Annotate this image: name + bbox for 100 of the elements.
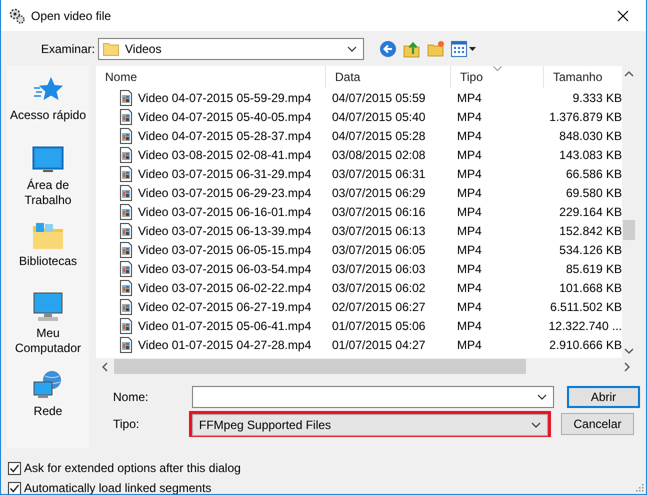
file-date: 01/07/2015 05:06 — [332, 318, 426, 332]
file-name[interactable]: Video 03-08-2015 02-08-41.mp4 — [138, 148, 312, 162]
computer-icon — [32, 292, 64, 322]
column-header[interactable]: Tipo — [460, 70, 483, 84]
file-date: 03/07/2015 06:05 — [332, 242, 426, 256]
close-icon[interactable] — [617, 10, 629, 22]
file-type: MP4 — [457, 110, 482, 124]
file-name[interactable]: Video 03-07-2015 06-13-39.mp4 — [138, 224, 312, 238]
file-name[interactable]: Video 03-07-2015 06-03-54.mp4 — [138, 262, 312, 276]
place-item[interactable]: Rede — [7, 370, 89, 426]
file-type: MP4 — [457, 166, 482, 180]
video-file-icon — [119, 146, 133, 162]
view-menu-icon[interactable] — [451, 41, 477, 57]
place-item[interactable]: Acesso rápido — [7, 76, 89, 132]
file-name[interactable]: Video 03-07-2015 06-31-29.mp4 — [138, 166, 312, 180]
file-name[interactable]: Video 03-07-2015 06-05-15.mp4 — [138, 242, 312, 256]
file-size: 66.586 KB — [566, 166, 622, 180]
look-in-dropdown[interactable]: Videos — [98, 38, 364, 60]
video-file-icon — [119, 90, 133, 106]
video-file-icon — [119, 184, 133, 200]
file-name-field[interactable] — [192, 386, 554, 408]
file-date: 01/07/2015 04:27 — [332, 338, 426, 352]
video-file-icon — [119, 336, 133, 352]
file-size: 2.910.666 KB — [549, 338, 622, 352]
option-label[interactable]: Ask for extended options after this dialog — [24, 461, 241, 475]
scrollbar-thumb[interactable] — [623, 220, 635, 240]
file-date: 03/07/2015 06:16 — [332, 204, 426, 218]
file-size: 101.668 KB — [559, 280, 622, 294]
video-file-icon — [119, 318, 133, 334]
column-header[interactable]: Data — [335, 70, 360, 84]
file-name[interactable]: Video 04-07-2015 05-40-05.mp4 — [138, 110, 312, 124]
file-name[interactable]: Video 04-07-2015 05-28-37.mp4 — [138, 128, 312, 142]
file-type-dropdown[interactable]: FFMpeg Supported Files — [192, 414, 548, 436]
cancel-button[interactable]: Cancelar — [561, 413, 634, 435]
dropdown-caret-icon[interactable] — [347, 46, 357, 52]
new-folder-icon[interactable] — [427, 40, 445, 58]
library-icon — [32, 222, 64, 250]
file-name[interactable]: Video 03-07-2015 06-29-23.mp4 — [138, 186, 312, 200]
video-file-icon — [119, 298, 133, 314]
file-size: 229.164 KB — [559, 204, 622, 218]
file-size: 152.842 KB — [559, 224, 622, 238]
scroll-right-icon[interactable] — [624, 362, 630, 372]
file-type: MP4 — [457, 300, 482, 314]
network-icon — [32, 370, 64, 400]
file-name[interactable]: Video 04-07-2015 05-59-29.mp4 — [138, 90, 312, 104]
file-type: MP4 — [457, 148, 482, 162]
place-item[interactable]: Meu Computador — [7, 292, 89, 356]
file-type: MP4 — [457, 280, 482, 294]
file-name[interactable]: Video 03-07-2015 06-02-22.mp4 — [138, 280, 312, 294]
scroll-up-icon[interactable] — [624, 71, 634, 77]
video-file-icon — [119, 204, 133, 220]
file-size: 848.030 KB — [559, 128, 622, 142]
type-label: Tipo: — [112, 417, 140, 431]
folder-icon — [103, 42, 119, 56]
file-type: MP4 — [457, 338, 482, 352]
file-date: 03/07/2015 06:03 — [332, 262, 426, 276]
dropdown-caret-icon[interactable] — [537, 394, 547, 400]
sort-caret-icon — [493, 66, 502, 71]
file-name[interactable]: Video 03-07-2015 06-16-01.mp4 — [138, 204, 312, 218]
file-size: 143.083 KB — [559, 148, 622, 162]
checkbox[interactable] — [8, 462, 21, 474]
file-name[interactable]: Video 01-07-2015 05-06-41.mp4 — [138, 318, 312, 332]
file-type: MP4 — [457, 128, 482, 142]
file-name[interactable]: Video 02-07-2015 06-27-19.mp4 — [138, 300, 312, 314]
back-icon[interactable] — [379, 40, 397, 58]
file-type: MP4 — [457, 242, 482, 256]
file-date: 03/07/2015 06:02 — [332, 280, 426, 294]
file-date: 03/07/2015 06:13 — [332, 224, 426, 238]
scrollbar-thumb[interactable] — [114, 359, 526, 374]
video-file-icon — [119, 260, 133, 276]
place-item[interactable]: Bibliotecas — [7, 222, 89, 278]
scroll-left-icon[interactable] — [102, 362, 108, 372]
file-date: 04/07/2015 05:28 — [332, 128, 426, 142]
video-file-icon — [119, 166, 133, 182]
video-file-icon — [119, 222, 133, 238]
file-size: 69.580 KB — [566, 186, 622, 200]
dropdown-caret-icon[interactable] — [531, 422, 541, 428]
file-date: 03/08/2015 02:08 — [332, 148, 426, 162]
file-type: MP4 — [457, 318, 482, 332]
file-date: 03/07/2015 06:31 — [332, 166, 426, 180]
window-title: Open video file — [31, 8, 112, 22]
desktop-icon — [32, 146, 64, 174]
column-header[interactable]: Nome — [105, 70, 138, 84]
video-file-icon — [119, 242, 133, 258]
file-size: 85.619 KB — [566, 262, 622, 276]
open-button[interactable]: Abrir — [567, 386, 640, 408]
file-name[interactable]: Video 01-07-2015 04-27-28.mp4 — [138, 338, 312, 352]
file-size: 1.376.879 KB — [549, 110, 622, 124]
place-item[interactable]: Área de Trabalho — [7, 146, 89, 208]
column-header[interactable]: Tamanho — [553, 70, 602, 84]
file-type: MP4 — [457, 262, 482, 276]
file-type: MP4 — [457, 224, 482, 238]
video-file-icon — [119, 128, 133, 144]
video-file-icon — [119, 108, 133, 124]
up-folder-icon[interactable] — [403, 40, 421, 58]
name-label: Nome: — [112, 390, 150, 404]
checkbox[interactable] — [8, 482, 21, 494]
resize-grip-icon[interactable] — [634, 482, 644, 492]
scroll-down-icon[interactable] — [624, 348, 634, 354]
file-date: 04/07/2015 05:59 — [332, 90, 426, 104]
